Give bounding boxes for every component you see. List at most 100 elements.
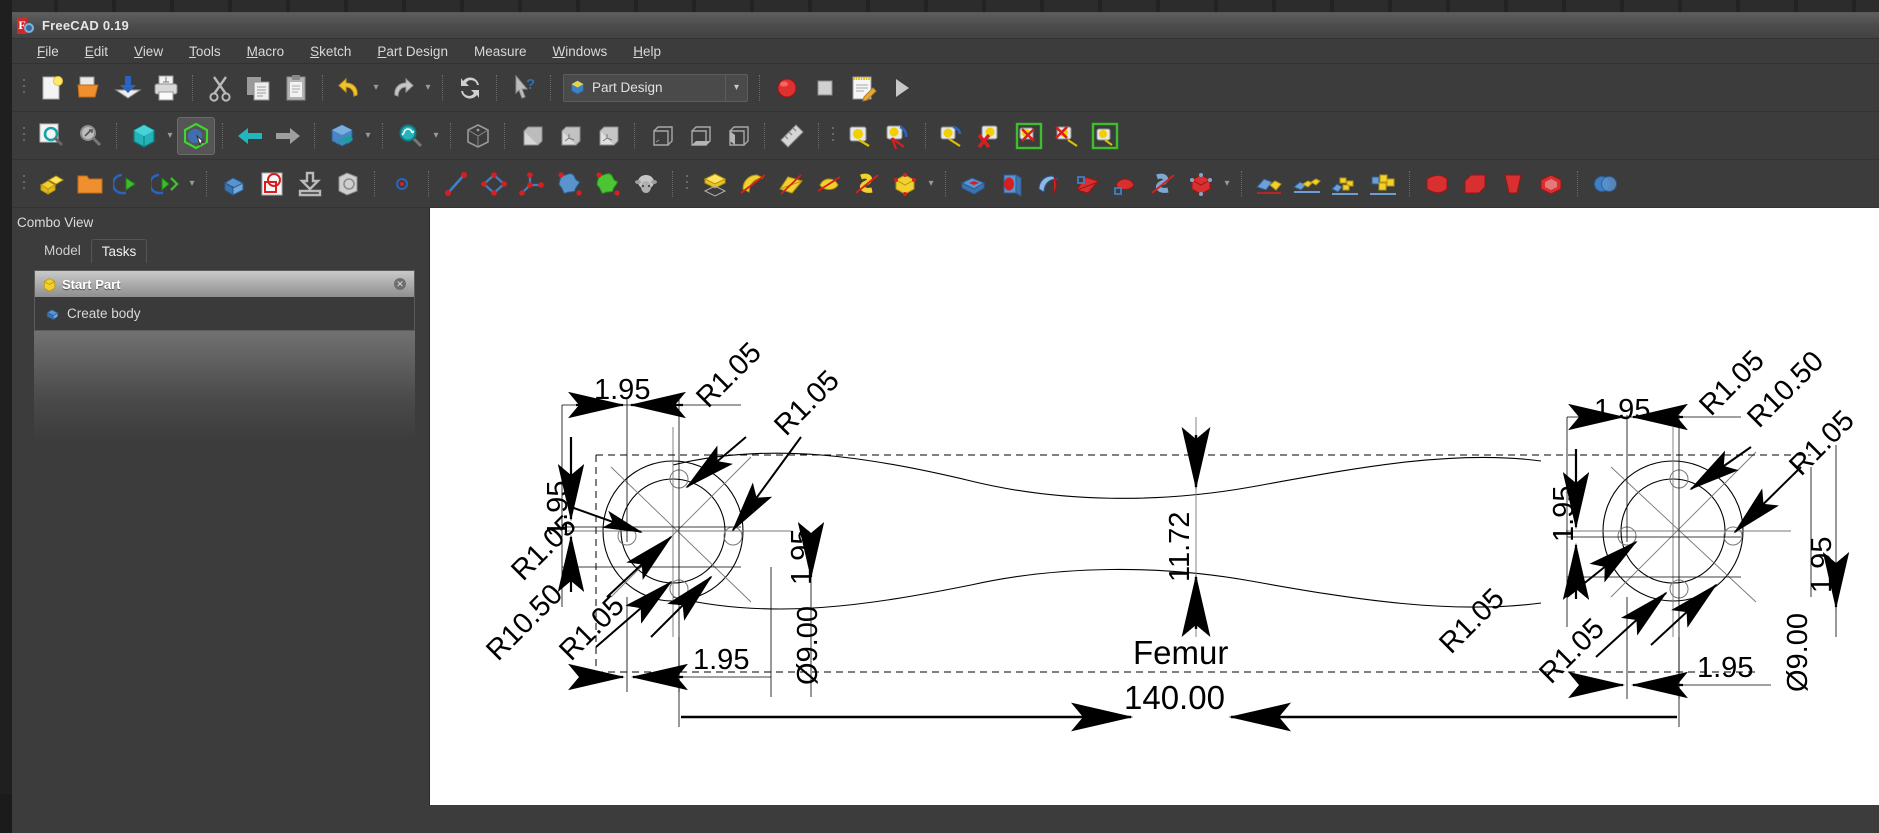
multi-transform-button[interactable] [1364,165,1402,203]
toolbar-grip[interactable] [20,75,29,101]
open-document-button[interactable] [71,69,109,107]
menu-tools[interactable]: Tools [176,41,234,62]
macro-record-button[interactable] [768,69,806,107]
macro-stop-button[interactable] [806,69,844,107]
revolution-button[interactable] [734,165,772,203]
create-body-button[interactable] [215,165,253,203]
mirrored-button[interactable] [1250,165,1288,203]
cut-button[interactable] [201,69,239,107]
macro-edit-button[interactable] [844,69,882,107]
measure-toggle-3d-button[interactable] [1010,117,1048,155]
fit-all-button[interactable] [33,117,71,155]
additive-dropdown-arrow-icon[interactable]: ▾ [924,165,938,203]
tab-tasks[interactable]: Tasks [90,239,148,263]
thickness-button[interactable] [1532,165,1570,203]
redo-button[interactable] [383,69,421,107]
create-datum-button[interactable] [513,165,551,203]
3d-view[interactable]: 1.95 1.95 R1.05 R1.05 R1.05 R10.50 R1.05… [430,208,1879,805]
measure-refresh-button[interactable] [934,117,972,155]
additive-helix-button[interactable] [848,165,886,203]
fillet-button[interactable] [1418,165,1456,203]
box-selection-dropdown-arrow-icon[interactable]: ▾ [361,117,375,155]
measure-angular-button[interactable] [880,117,918,155]
toolbar-grip[interactable] [20,171,29,197]
create-point-button[interactable] [383,165,421,203]
menu-view[interactable]: View [121,41,176,62]
make-sublink-button[interactable] [147,165,185,203]
menu-measure[interactable]: Measure [461,41,540,62]
chevron-down-icon[interactable]: ▾ [725,74,747,101]
sub-shape-binder-button[interactable] [589,165,627,203]
measure-toggle-all-button[interactable] [1086,117,1124,155]
draft-button[interactable] [1494,165,1532,203]
make-link-button[interactable] [109,165,147,203]
toolbar-grip[interactable] [20,123,29,149]
polar-pattern-button[interactable] [1326,165,1364,203]
box-selection-button[interactable] [323,117,361,155]
bottom-view-button[interactable] [681,117,719,155]
link-dropdown-arrow-icon[interactable]: ▾ [185,165,199,203]
tab-model[interactable]: Model [34,239,91,262]
axonometric-button[interactable] [459,117,497,155]
task-group-header[interactable]: Start Part ✕ [35,271,414,297]
measure-toggle-delta-button[interactable] [1048,117,1086,155]
subtractive-helix-button[interactable] [1144,165,1182,203]
clone-button[interactable] [329,165,367,203]
create-group-button[interactable] [71,165,109,203]
subtractive-loft-button[interactable] [1068,165,1106,203]
additive-loft-button[interactable] [772,165,810,203]
pocket-button[interactable] [954,165,992,203]
copy-button[interactable] [239,69,277,107]
boolean-button[interactable] [1586,165,1624,203]
whats-this-button[interactable]: ? [505,69,543,107]
left-view-button[interactable] [719,117,757,155]
nav-forward-button[interactable] [269,117,307,155]
subtractive-dropdown-arrow-icon[interactable]: ▾ [1220,165,1234,203]
print-button[interactable] [147,69,185,107]
redo-dropdown-arrow-icon[interactable]: ▾ [421,69,435,107]
menu-edit[interactable]: Edit [72,41,121,62]
draw-style-button[interactable] [125,117,163,155]
right-view-button[interactable] [589,117,627,155]
rear-view-button[interactable] [643,117,681,155]
isometric-view-button[interactable] [177,116,215,155]
dressup-sheep-button[interactable] [627,165,665,203]
undo-dropdown-arrow-icon[interactable]: ▾ [369,69,383,107]
create-sketch-button[interactable] [253,165,291,203]
additive-box-button[interactable] [886,165,924,203]
close-icon[interactable]: ✕ [394,278,406,290]
front-view-button[interactable] [513,117,551,155]
pad-button[interactable] [696,165,734,203]
linear-pattern-button[interactable] [1288,165,1326,203]
create-polyline-button[interactable] [475,165,513,203]
refresh-button[interactable] [451,69,489,107]
zoom-tools-button[interactable] [391,117,429,155]
toolbar-grip[interactable] [829,123,838,149]
measure-linear-button[interactable] [842,117,880,155]
draw-style-dropdown-arrow-icon[interactable]: ▾ [163,117,177,155]
fit-selection-button[interactable] [71,117,109,155]
additive-pipe-button[interactable] [810,165,848,203]
top-view-button[interactable] [551,117,589,155]
menu-windows[interactable]: Windows [539,41,620,62]
menu-file[interactable]: File [24,41,72,62]
shape-binder-button[interactable] [551,165,589,203]
toolbar-grip[interactable] [683,171,692,197]
groove-button[interactable] [1030,165,1068,203]
menu-macro[interactable]: Macro [234,41,298,62]
create-part-button[interactable] [33,165,71,203]
measure-clear-button[interactable] [972,117,1010,155]
zoom-tools-dropdown-arrow-icon[interactable]: ▾ [429,117,443,155]
new-document-button[interactable] [33,69,71,107]
undo-button[interactable] [331,69,369,107]
chamfer-button[interactable] [1456,165,1494,203]
save-document-button[interactable] [109,69,147,107]
measure-ruler-button[interactable] [773,117,811,155]
create-line-button[interactable] [437,165,475,203]
subtractive-box-button[interactable] [1182,165,1220,203]
task-item-create-body[interactable]: Create body [35,304,414,323]
hole-button[interactable] [992,165,1030,203]
nav-back-button[interactable] [231,117,269,155]
subtractive-pipe-button[interactable] [1106,165,1144,203]
macro-execute-button[interactable] [882,69,920,107]
